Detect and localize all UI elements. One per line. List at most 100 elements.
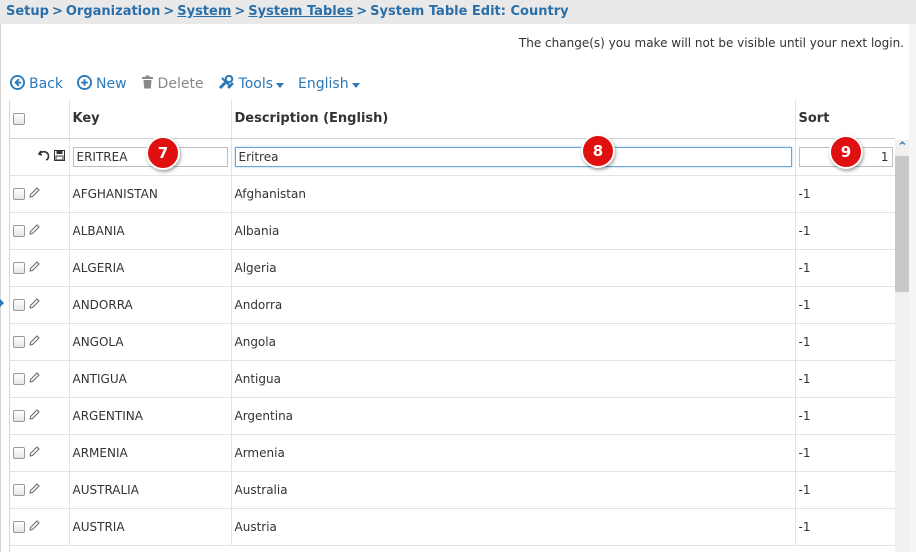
row-key-cell: ALGERIA [69, 249, 232, 287]
row-description-cell: Antigua [231, 360, 796, 398]
row-key-cell: AUSTRIA [69, 508, 232, 546]
step-badge-sort: 9 [829, 135, 863, 169]
row-description-cell: Albania [231, 212, 796, 250]
select-all-checkbox[interactable] [13, 112, 25, 125]
table-row[interactable]: ANDORRA Andorra -1 [10, 286, 895, 324]
row-sort-cell: -1 [795, 249, 895, 287]
row-checkbox[interactable] [13, 483, 25, 496]
delete-button[interactable]: Delete [141, 75, 204, 93]
trash-icon [141, 75, 154, 93]
row-actions-cell [10, 471, 70, 509]
floppy-disk-icon[interactable] [53, 150, 65, 164]
language-label: English [298, 76, 349, 92]
row-description-cell: Algeria [231, 249, 796, 287]
breadcrumb-system[interactable]: System [177, 4, 231, 19]
row-key-cell: ALBANIA [69, 212, 232, 250]
row-description-cell: Austria [231, 508, 796, 546]
row-sort-cell: -1 [795, 286, 895, 324]
column-header-key[interactable]: Key [69, 100, 232, 139]
row-checkbox[interactable] [13, 409, 25, 422]
row-sort-cell: -1 [795, 434, 895, 472]
breadcrumb-current-page: System Table Edit: Country [370, 4, 569, 19]
row-key-cell: AFGHANISTAN [69, 175, 232, 213]
country-table: Key Description (English) Sort AFG [9, 100, 895, 552]
row-description-cell: Armenia [231, 434, 796, 472]
pencil-icon[interactable] [29, 335, 40, 349]
tools-label: Tools [238, 76, 274, 92]
row-sort-cell: -1 [795, 397, 895, 435]
pencil-icon[interactable] [29, 409, 40, 423]
scrollbar-thumb[interactable] [895, 156, 909, 292]
row-checkbox[interactable] [13, 520, 25, 533]
table-row[interactable]: ARGENTINA Argentina -1 [10, 397, 895, 435]
pencil-icon[interactable] [29, 446, 40, 460]
row-description-cell: Andorra [231, 286, 796, 324]
row-actions-cell [10, 175, 70, 213]
toolbar: Back New Delete Tools English [10, 73, 374, 95]
row-checkbox[interactable] [13, 224, 25, 237]
row-sort-cell: -1 [795, 212, 895, 250]
tools-icon [218, 74, 235, 94]
language-dropdown[interactable]: English [298, 76, 360, 92]
undo-icon[interactable] [37, 150, 54, 164]
pencil-icon[interactable] [29, 187, 40, 201]
row-actions-cell [10, 434, 70, 472]
tools-menu-button[interactable]: Tools [218, 74, 285, 94]
breadcrumb-separator: > [51, 4, 63, 19]
breadcrumb-system-tables[interactable]: System Tables [248, 4, 353, 19]
row-checkbox[interactable] [13, 187, 25, 200]
edit-row-actions [10, 138, 70, 176]
pencil-icon[interactable] [29, 372, 40, 386]
row-sort-cell: -1 [795, 323, 895, 361]
back-button[interactable]: Back [10, 74, 63, 94]
table-row[interactable]: ALBANIA Albania -1 [10, 212, 895, 250]
right-panel-edge [909, 24, 916, 552]
description-input[interactable] [234, 146, 792, 167]
column-header-description[interactable]: Description (English) [231, 100, 796, 139]
edit-description-cell [231, 138, 796, 176]
pencil-icon[interactable] [29, 483, 40, 497]
row-sort-cell: -1 [795, 360, 895, 398]
row-actions-cell [10, 360, 70, 398]
table-row[interactable]: ALGERIA Algeria -1 [10, 249, 895, 287]
circle-arrow-left-icon [10, 74, 25, 94]
row-key-cell: ARMENIA [69, 434, 232, 472]
new-label: New [96, 76, 127, 92]
table-row[interactable]: ANGOLA Angola -1 [10, 323, 895, 361]
table-row[interactable]: AUSTRIA Austria -1 [10, 508, 895, 546]
step-badge-description: 8 [581, 134, 615, 168]
pencil-icon[interactable] [29, 261, 40, 275]
row-checkbox[interactable] [13, 261, 25, 274]
row-checkbox[interactable] [13, 372, 25, 385]
pencil-icon[interactable] [29, 224, 40, 238]
row-key-cell: AUSTRALIA [69, 471, 232, 509]
breadcrumb-setup[interactable]: Setup [6, 4, 49, 19]
row-key-cell: ANTIGUA [69, 360, 232, 398]
data-grid: Key Description (English) Sort AFG [10, 100, 895, 546]
chevron-up-icon[interactable]: ⌃ [897, 140, 908, 155]
new-button[interactable]: New [77, 74, 127, 94]
circle-plus-icon [77, 74, 92, 94]
page-left-border [0, 24, 1, 552]
table-row[interactable]: AUSTRALIA Australia -1 [10, 471, 895, 509]
breadcrumb-organization[interactable]: Organization [66, 4, 160, 19]
delete-label: Delete [157, 76, 204, 92]
table-row[interactable]: ANTIGUA Antigua -1 [10, 360, 895, 398]
row-description-cell: Angola [231, 323, 796, 361]
row-checkbox[interactable] [13, 335, 25, 348]
pencil-icon[interactable] [29, 298, 40, 312]
row-description-cell: Afghanistan [231, 175, 796, 213]
row-key-cell: ARGENTINA [69, 397, 232, 435]
row-actions-cell [10, 249, 70, 287]
column-header-sort[interactable]: Sort [795, 100, 895, 139]
row-checkbox[interactable] [13, 298, 25, 311]
row-sort-cell: -1 [795, 508, 895, 546]
row-actions-cell [10, 323, 70, 361]
row-checkbox[interactable] [13, 446, 25, 459]
table-header-row: Key Description (English) Sort [10, 100, 895, 139]
table-row[interactable]: AFGHANISTAN Afghanistan -1 [10, 175, 895, 213]
pencil-icon[interactable] [29, 520, 40, 534]
table-row[interactable]: ARMENIA Armenia -1 [10, 434, 895, 472]
row-actions-cell [10, 212, 70, 250]
row-sort-cell: -1 [795, 471, 895, 509]
